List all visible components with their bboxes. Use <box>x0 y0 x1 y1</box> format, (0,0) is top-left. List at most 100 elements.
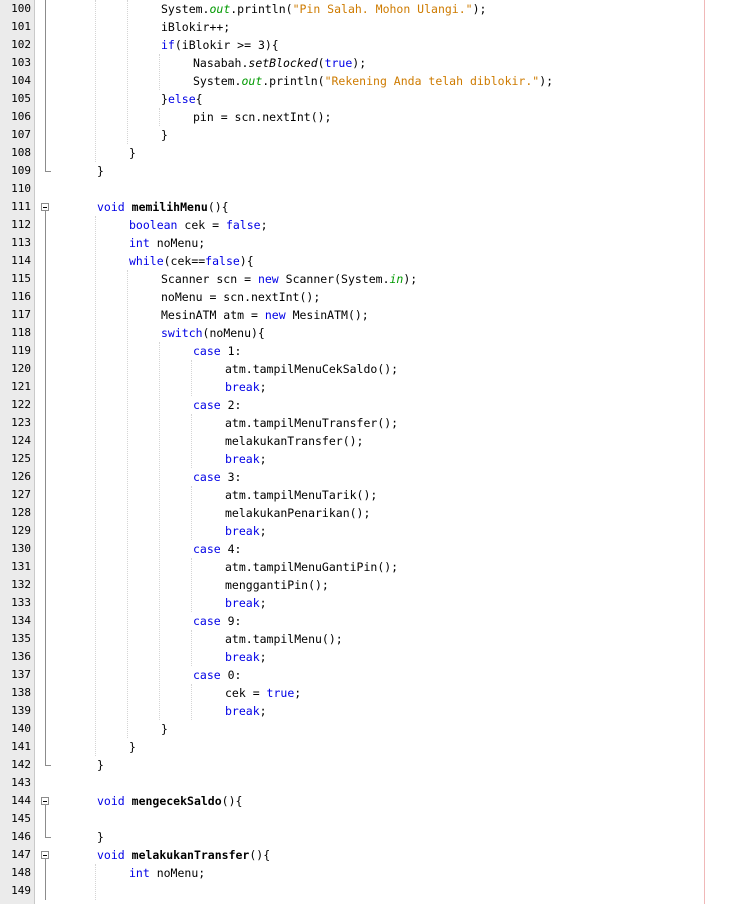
code-line[interactable]: 127 atm.tampilMenuTarik(); <box>0 486 755 504</box>
code-line[interactable]: 103 Nasabah.setBlocked(true); <box>0 54 755 72</box>
code-text: atm.tampilMenu(); <box>225 630 343 648</box>
code-text: break; <box>225 702 267 720</box>
code-line[interactable]: 140} <box>0 720 755 738</box>
code-text: case 1: <box>193 342 241 360</box>
code-line[interactable]: 135 atm.tampilMenu(); <box>0 630 755 648</box>
code-line[interactable]: 125 break; <box>0 450 755 468</box>
code-line[interactable]: 114 while(cek==false){ <box>0 252 755 270</box>
code-line[interactable]: 147 void melakukanTransfer(){ <box>0 846 755 864</box>
code-token: } <box>97 164 104 178</box>
code-line[interactable]: 110 <box>0 180 755 198</box>
code-line[interactable]: 122 case 2: <box>0 396 755 414</box>
fold-collapse-icon[interactable] <box>41 797 49 805</box>
code-line[interactable]: 123 atm.tampilMenuTransfer(); <box>0 414 755 432</box>
code-token: 2: <box>220 398 242 412</box>
code-line[interactable]: 128 melakukanPenarikan(); <box>0 504 755 522</box>
line-number: 131 <box>11 560 31 573</box>
code-text: menggantiPin(); <box>225 576 329 594</box>
line-number: 139 <box>11 704 31 717</box>
code-line[interactable]: 120 atm.tampilMenuCekSaldo(); <box>0 360 755 378</box>
code-token: } <box>97 830 104 844</box>
code-line[interactable]: 139 break; <box>0 702 755 720</box>
line-number: 148 <box>11 866 31 879</box>
line-number: 118 <box>11 326 31 339</box>
indent-guide <box>159 54 161 90</box>
code-text: Scanner scn = new Scanner(System.in); <box>161 270 417 288</box>
line-number: 137 <box>11 668 31 681</box>
code-line[interactable]: 119 case 1: <box>0 342 755 360</box>
method-name-token: memilihMenu <box>131 200 208 214</box>
code-text: void melakukanTransfer(){ <box>97 846 270 864</box>
code-line[interactable]: 124 melakukanTransfer(); <box>0 432 755 450</box>
code-line[interactable]: 130 case 4: <box>0 540 755 558</box>
code-editor[interactable]: 100 System.out.println("Pin Salah. Mohon … <box>0 0 755 904</box>
keyword-token: true <box>324 56 353 70</box>
keyword-token: void <box>97 200 125 214</box>
code-line[interactable]: 134 case 9: <box>0 612 755 630</box>
code-line[interactable]: 118 switch(noMenu){ <box>0 324 755 342</box>
code-token: .println( <box>230 2 293 16</box>
keyword-token: void <box>97 794 125 808</box>
code-text: } <box>97 756 104 774</box>
code-text: }else{ <box>161 90 203 108</box>
code-line[interactable]: 101 iBlokir++; <box>0 18 755 36</box>
code-token: MesinATM atm = <box>161 308 265 322</box>
keyword-token: true <box>266 686 295 700</box>
code-line[interactable]: 116 noMenu = scn.nextInt(); <box>0 288 755 306</box>
code-line[interactable]: 149 <box>0 882 755 900</box>
code-line[interactable]: 107} <box>0 126 755 144</box>
code-token: (cek== <box>163 254 206 268</box>
code-line[interactable]: 108} <box>0 144 755 162</box>
code-line[interactable]: 105}else{ <box>0 90 755 108</box>
line-number: 121 <box>11 380 31 393</box>
code-line[interactable]: 132 menggantiPin(); <box>0 576 755 594</box>
code-text: } <box>129 738 136 756</box>
code-line[interactable]: 106 pin = scn.nextInt(); <box>0 108 755 126</box>
fold-collapse-icon[interactable] <box>41 851 49 859</box>
code-line[interactable]: 144 void mengecekSaldo(){ <box>0 792 755 810</box>
code-line[interactable]: 104 System.out.println("Rekening Anda tel… <box>0 72 755 90</box>
code-line[interactable]: 131 atm.tampilMenuGantiPin(); <box>0 558 755 576</box>
code-line[interactable]: 112 boolean cek = false; <box>0 216 755 234</box>
code-line[interactable]: 113 int noMenu; <box>0 234 755 252</box>
code-text: atm.tampilMenuGantiPin(); <box>225 558 398 576</box>
keyword-token: break <box>225 524 260 538</box>
code-line[interactable]: 146} <box>0 828 755 846</box>
code-text: break; <box>225 450 267 468</box>
code-line[interactable]: 100 System.out.println("Pin Salah. Mohon … <box>0 0 755 18</box>
code-line[interactable]: 109} <box>0 162 755 180</box>
fold-collapse-icon[interactable] <box>41 203 49 211</box>
code-line[interactable]: 138 cek = true; <box>0 684 755 702</box>
code-line[interactable]: 145 <box>0 810 755 828</box>
code-line[interactable]: 143 <box>0 774 755 792</box>
code-line[interactable]: 102 if(iBlokir >= 3){ <box>0 36 755 54</box>
code-line[interactable]: 148 int noMenu; <box>0 864 755 882</box>
keyword-token: false <box>205 254 240 268</box>
field-token: out <box>209 2 231 16</box>
code-line[interactable]: 111 void memilihMenu(){ <box>0 198 755 216</box>
code-line[interactable]: 129 break; <box>0 522 755 540</box>
code-line[interactable]: 121 break; <box>0 378 755 396</box>
code-line[interactable]: 137 case 0: <box>0 666 755 684</box>
code-line[interactable]: 133 break; <box>0 594 755 612</box>
code-line[interactable]: 136 break; <box>0 648 755 666</box>
indent-guide <box>159 108 161 126</box>
code-token: atm.tampilMenuCekSaldo(); <box>225 362 399 376</box>
code-token: Scanner(System. <box>278 272 390 286</box>
code-token: (){ <box>221 794 243 808</box>
keyword-token: case <box>193 542 221 556</box>
code-line[interactable]: 142} <box>0 756 755 774</box>
code-token: ); <box>539 74 554 88</box>
code-token: { <box>195 92 203 106</box>
line-number: 110 <box>11 182 31 195</box>
code-line[interactable]: 117 MesinATM atm = new MesinATM(); <box>0 306 755 324</box>
keyword-token: if <box>161 38 175 52</box>
code-line[interactable]: 141} <box>0 738 755 756</box>
line-number: 140 <box>11 722 31 735</box>
keyword-token: case <box>193 614 221 628</box>
keyword-token: new <box>264 308 286 322</box>
code-line[interactable]: 115 Scanner scn = new Scanner(System.in); <box>0 270 755 288</box>
code-line[interactable]: 126 case 3: <box>0 468 755 486</box>
line-number: 117 <box>11 308 31 321</box>
